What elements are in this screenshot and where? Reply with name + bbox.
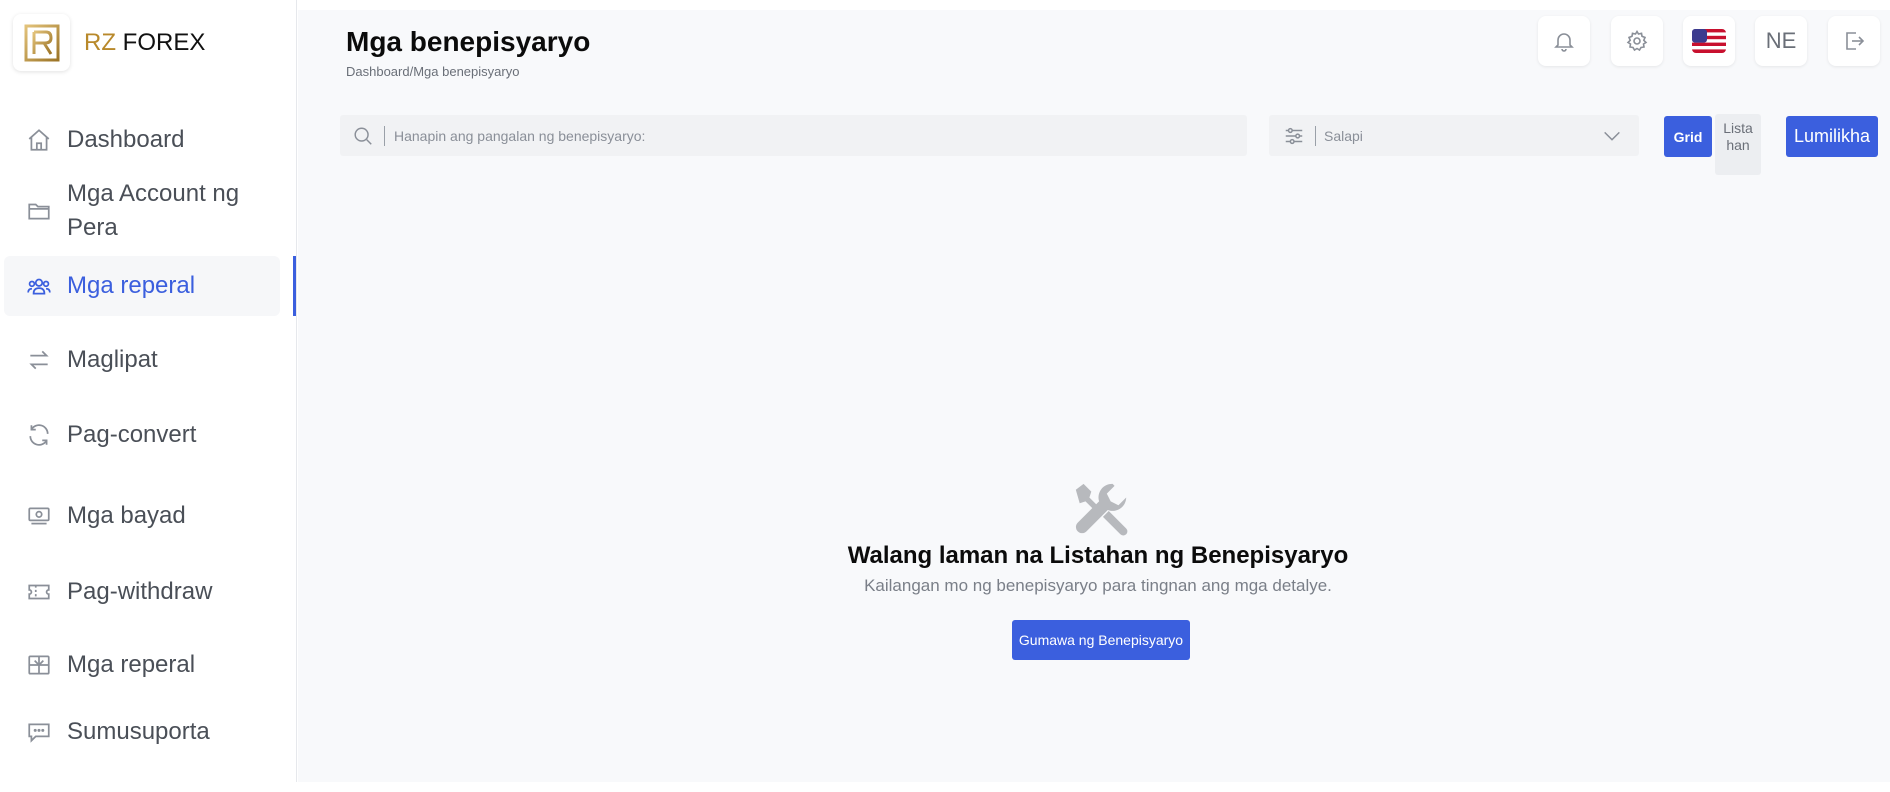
rz-logo-icon: [24, 24, 59, 61]
sidebar-item-label: Maglipat: [67, 346, 158, 373]
empty-state: Walang laman na Listahan ng Benepisyaryo…: [298, 480, 1890, 660]
sidebar-item-support[interactable]: Sumusuporta: [4, 712, 280, 752]
sidebar-item-label: Mga reperal: [67, 651, 196, 678]
users-icon: [24, 271, 54, 301]
cash-icon: [24, 501, 54, 531]
logo-mark: [13, 14, 70, 71]
app: RZ FOREX Dashboard Mga Account ng Pera M…: [0, 0, 1890, 792]
logout-button[interactable]: [1828, 16, 1880, 66]
sidebar-item-transfer[interactable]: Maglipat: [4, 340, 280, 380]
main-content: Mga benepisyaryo Dashboard/Mga benepisya…: [298, 10, 1890, 782]
breadcrumb[interactable]: Dashboard/Mga benepisyaryo: [346, 64, 519, 79]
sidebar-item-convert[interactable]: Pag-convert: [4, 415, 280, 455]
sidebar-item-label: Pag-withdraw: [67, 578, 213, 605]
user-initials: NE: [1765, 28, 1797, 53]
us-flag-icon: [1692, 29, 1726, 53]
tools-icon: [1075, 483, 1128, 536]
language-button[interactable]: [1683, 16, 1735, 66]
home-icon: [24, 125, 54, 155]
sidebar-item-payments[interactable]: Mga bayad: [4, 496, 280, 536]
empty-state-subtitle: Kailangan mo ng benepisyaryo para tingna…: [864, 576, 1332, 595]
chevron-down-icon: [1601, 125, 1623, 147]
search-divider: [384, 125, 385, 146]
user-avatar[interactable]: NE: [1755, 16, 1807, 66]
sidebar-item-accounts[interactable]: Mga Account ng Pera: [4, 176, 280, 246]
empty-state-title: Walang laman na Listahan ng Benepisyaryo: [847, 542, 1349, 569]
search-bar: [340, 115, 1247, 156]
sidebar-item-referrals-2[interactable]: Mga reperal: [4, 645, 280, 685]
search-icon: [352, 125, 376, 147]
gift-icon: [24, 650, 54, 680]
notifications-button[interactable]: [1538, 16, 1590, 66]
currency-divider: [1315, 125, 1316, 146]
sidebar-item-withdraw[interactable]: Pag-withdraw: [4, 572, 280, 612]
create-button[interactable]: Lumilikha: [1786, 116, 1878, 157]
page-title: Mga benepisyaryo: [346, 26, 591, 57]
brand-suffix: FOREX: [122, 28, 206, 56]
folder-icon: [24, 196, 54, 226]
sidebar-item-label: Pag-convert: [67, 421, 197, 448]
sidebar-item-label: Mga bayad: [67, 502, 186, 529]
brand-prefix: RZ: [84, 28, 116, 56]
brand-logo[interactable]: RZ FOREX: [13, 14, 205, 71]
active-indicator: [293, 256, 296, 316]
chat-icon: [24, 717, 54, 747]
filter-icon: [1283, 125, 1305, 147]
settings-button[interactable]: [1611, 16, 1663, 66]
create-beneficiary-button[interactable]: Gumawa ng Benepisyaryo: [1012, 620, 1190, 660]
grid-view-button[interactable]: Grid: [1664, 116, 1712, 157]
search-input[interactable]: [394, 127, 1214, 144]
sidebar-item-label: Dashboard: [67, 126, 185, 153]
gear-icon: [1626, 29, 1648, 52]
sidebar-item-label: Mga reperal: [67, 272, 196, 299]
currency-select[interactable]: Salapi: [1269, 115, 1639, 156]
currency-value: Salapi: [1324, 127, 1363, 144]
refresh-icon: [24, 420, 54, 450]
sidebar-item-dashboard[interactable]: Dashboard: [4, 120, 280, 160]
list-view-label: Listahan: [1723, 120, 1753, 153]
bell-icon: [1554, 33, 1574, 52]
sidebar-item-referrals[interactable]: Mga reperal: [4, 256, 280, 316]
sidebar: RZ FOREX Dashboard Mga Account ng Pera M…: [0, 0, 297, 782]
ticket-icon: [24, 577, 54, 607]
transfer-icon: [24, 345, 54, 375]
sidebar-item-label: Mga Account ng Pera: [67, 180, 240, 241]
sidebar-item-label: Sumusuporta: [67, 718, 210, 745]
list-view-button[interactable]: Listahan: [1715, 114, 1761, 175]
logout-icon: [1846, 32, 1865, 50]
brand-name: RZ FOREX: [84, 29, 205, 57]
